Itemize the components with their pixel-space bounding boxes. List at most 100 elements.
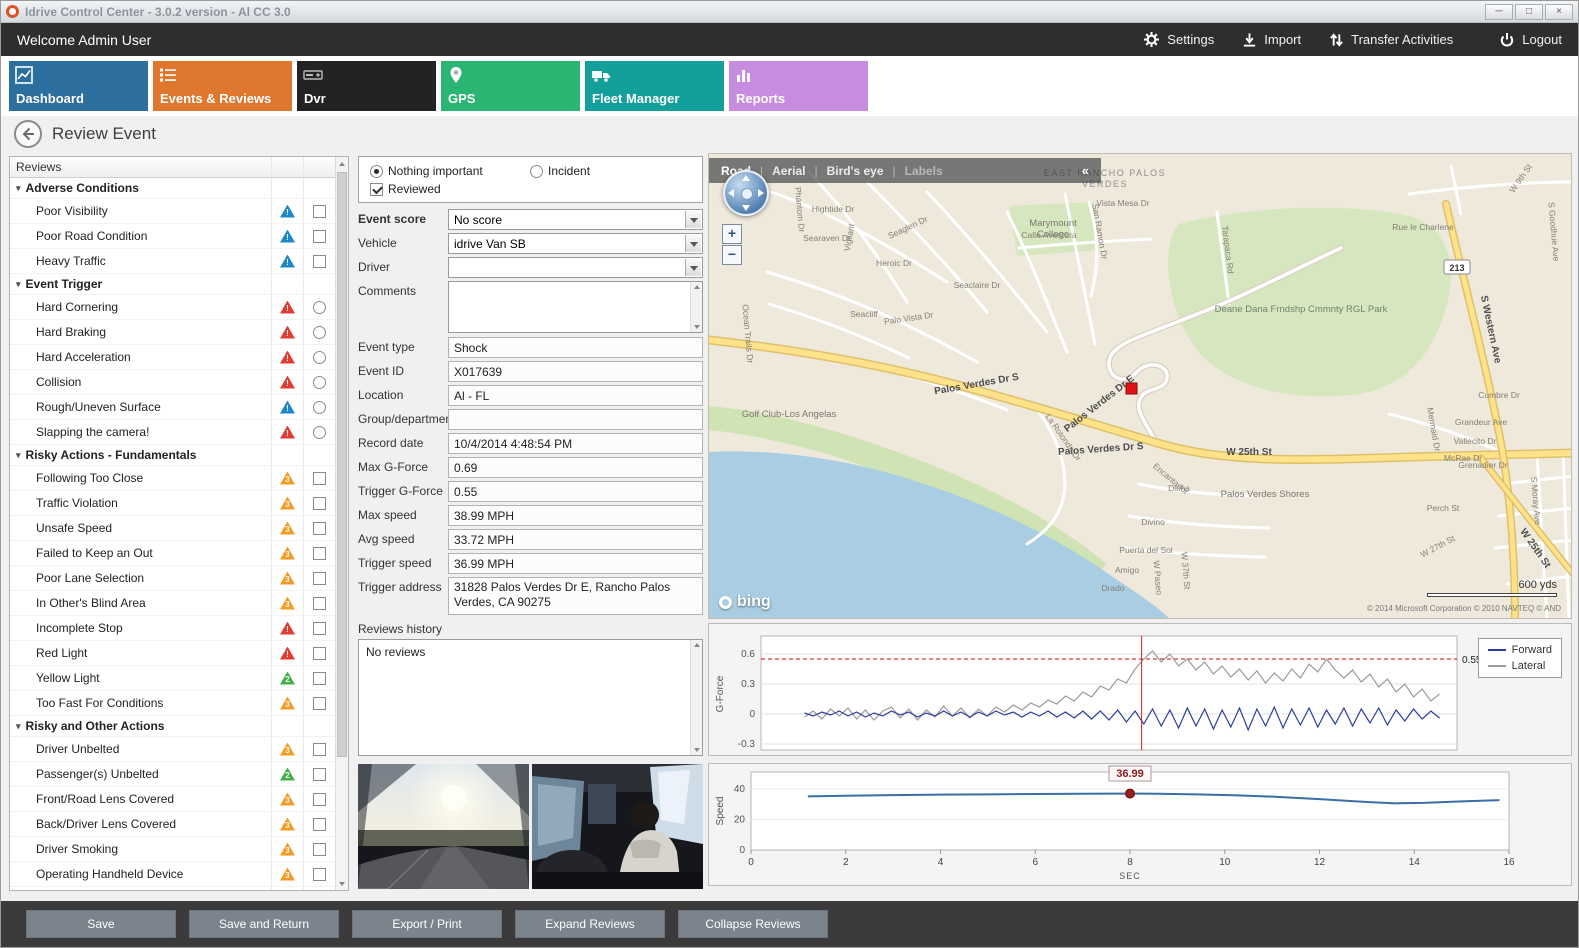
save-and-return-button[interactable]: Save and Return xyxy=(189,910,339,938)
reviewed-option[interactable]: Reviewed xyxy=(370,182,441,196)
collapse-group-icon[interactable]: ▾ xyxy=(16,721,21,732)
reviews-scrollbar[interactable] xyxy=(335,157,348,890)
reviews-history-box[interactable]: No reviews xyxy=(358,639,703,756)
review-item-checkbox[interactable] xyxy=(313,572,326,585)
tab-fleet-manager[interactable]: Fleet Manager xyxy=(585,61,724,111)
tab-dvr[interactable]: Dvr xyxy=(297,61,436,111)
scrollbar[interactable] xyxy=(690,640,702,755)
collapse-group-icon[interactable]: ▾ xyxy=(16,279,21,290)
trigger-speed-marker[interactable] xyxy=(1126,789,1135,798)
review-item-checkbox[interactable] xyxy=(313,697,326,710)
review-group-row[interactable]: ▾Risky and Other Actions xyxy=(10,716,335,737)
svg-text:SEC: SEC xyxy=(1119,871,1141,881)
tree-cell xyxy=(303,249,335,273)
tab-gps[interactable]: GPS xyxy=(441,61,580,111)
expand-reviews-button[interactable]: Expand Reviews xyxy=(515,910,665,938)
pan-right-icon[interactable] xyxy=(758,189,764,197)
pan-down-icon[interactable] xyxy=(742,205,750,211)
map-compass-control[interactable] xyxy=(723,170,769,216)
back-button[interactable] xyxy=(14,120,42,148)
collapse-group-icon[interactable]: ▾ xyxy=(16,450,21,461)
close-button[interactable]: × xyxy=(1545,4,1573,20)
review-item-checkbox[interactable] xyxy=(313,230,326,243)
scroll-down-icon[interactable] xyxy=(336,877,348,890)
review-group-row[interactable]: ▾Adverse Conditions xyxy=(10,178,335,199)
map-label: Grandeur Ave xyxy=(1455,417,1508,427)
review-item-radio[interactable] xyxy=(313,401,326,414)
minimize-button[interactable]: ─ xyxy=(1485,4,1513,20)
tree-cell: 3 xyxy=(271,541,303,565)
review-item-checkbox[interactable] xyxy=(313,793,326,806)
map-view-labels[interactable]: Labels xyxy=(905,164,943,178)
save-button[interactable]: Save xyxy=(26,910,176,938)
tab-label: Reports xyxy=(736,91,785,106)
severity-orange-triangle-icon: 3 xyxy=(280,597,295,610)
nothing-important-radio[interactable] xyxy=(370,165,383,178)
comments-textarea[interactable] xyxy=(448,281,703,333)
collapse-reviews-button[interactable]: Collapse Reviews xyxy=(678,910,828,938)
review-group-label: Event Trigger xyxy=(26,277,271,291)
collapse-group-icon[interactable]: ▾ xyxy=(16,183,21,194)
logout-button[interactable]: Logout xyxy=(1499,32,1562,48)
event-score-select[interactable]: No score xyxy=(448,209,703,230)
tab-reports[interactable]: Reports xyxy=(729,61,868,111)
map-view-bird-s-eye[interactable]: Bird's eye xyxy=(827,164,884,178)
review-item-checkbox[interactable] xyxy=(313,255,326,268)
nothing-important-option[interactable]: Nothing important xyxy=(370,164,530,178)
transfer-activities-button[interactable]: Transfer Activities xyxy=(1329,32,1453,48)
severity-orange-triangle-icon: 3 xyxy=(280,818,295,831)
severity-red-triangle-icon: ! xyxy=(280,376,295,389)
review-item-checkbox[interactable] xyxy=(313,547,326,560)
review-item-checkbox[interactable] xyxy=(313,647,326,660)
scrollbar-thumb[interactable] xyxy=(337,172,347,757)
map-view-aerial[interactable]: Aerial xyxy=(772,164,805,178)
export-print-button[interactable]: Export / Print xyxy=(352,910,502,938)
review-item-checkbox[interactable] xyxy=(313,497,326,510)
transfer-activities-label: Transfer Activities xyxy=(1351,32,1453,47)
review-item-checkbox[interactable] xyxy=(313,868,326,881)
legend-row-lateral: Lateral xyxy=(1488,660,1552,672)
map-panel[interactable]: EAST RANCHO PALOSVERDESMarymountCollegeD… xyxy=(708,153,1572,619)
review-item-checkbox[interactable] xyxy=(313,472,326,485)
reviewed-checkbox[interactable] xyxy=(370,183,383,196)
tab-dashboard[interactable]: Dashboard xyxy=(9,61,148,111)
pan-left-icon[interactable] xyxy=(728,189,734,197)
review-item-label: Yellow Light xyxy=(10,671,271,685)
collapse-bar-icon[interactable]: « xyxy=(1082,163,1089,178)
review-item-checkbox[interactable] xyxy=(313,743,326,756)
front-camera-thumbnail[interactable] xyxy=(358,764,529,889)
scroll-up-icon[interactable] xyxy=(336,157,348,170)
settings-button[interactable]: Settings xyxy=(1143,31,1214,48)
driver-select[interactable] xyxy=(448,257,703,278)
map-canvas[interactable]: EAST RANCHO PALOSVERDESMarymountCollegeD… xyxy=(709,154,1572,619)
map-label: Drado xyxy=(1101,583,1124,593)
scrollbar[interactable] xyxy=(690,282,702,332)
review-item-radio[interactable] xyxy=(313,376,326,389)
incident-option[interactable]: Incident xyxy=(530,164,590,178)
review-item-checkbox[interactable] xyxy=(313,818,326,831)
review-item-checkbox[interactable] xyxy=(313,522,326,535)
tab-events-reviews[interactable]: Events & Reviews xyxy=(153,61,292,111)
review-item-checkbox[interactable] xyxy=(313,205,326,218)
review-item-radio[interactable] xyxy=(313,426,326,439)
review-group-row[interactable]: ▾ Event Trigger xyxy=(10,274,335,295)
zoom-in-button[interactable]: + xyxy=(722,224,742,244)
driver-camera-thumbnail[interactable] xyxy=(532,764,703,889)
pan-up-icon[interactable] xyxy=(742,175,750,181)
app-logo-icon xyxy=(6,5,19,18)
review-item-radio[interactable] xyxy=(313,351,326,364)
review-item-radio[interactable] xyxy=(313,301,326,314)
review-item-checkbox[interactable] xyxy=(313,843,326,856)
review-item-checkbox[interactable] xyxy=(313,597,326,610)
maximize-button[interactable]: □ xyxy=(1515,4,1543,20)
import-button[interactable]: Import xyxy=(1242,32,1301,48)
zoom-out-button[interactable]: − xyxy=(722,245,742,265)
vehicle-select[interactable]: idrive Van SB xyxy=(448,233,703,254)
review-item-radio[interactable] xyxy=(313,326,326,339)
incident-radio[interactable] xyxy=(530,165,543,178)
nothing-important-label: Nothing important xyxy=(388,164,483,178)
review-item-checkbox[interactable] xyxy=(313,622,326,635)
review-item-checkbox[interactable] xyxy=(313,672,326,685)
review-item-checkbox[interactable] xyxy=(313,768,326,781)
review-group-row[interactable]: ▾Risky Actions - Fundamentals xyxy=(10,445,335,466)
